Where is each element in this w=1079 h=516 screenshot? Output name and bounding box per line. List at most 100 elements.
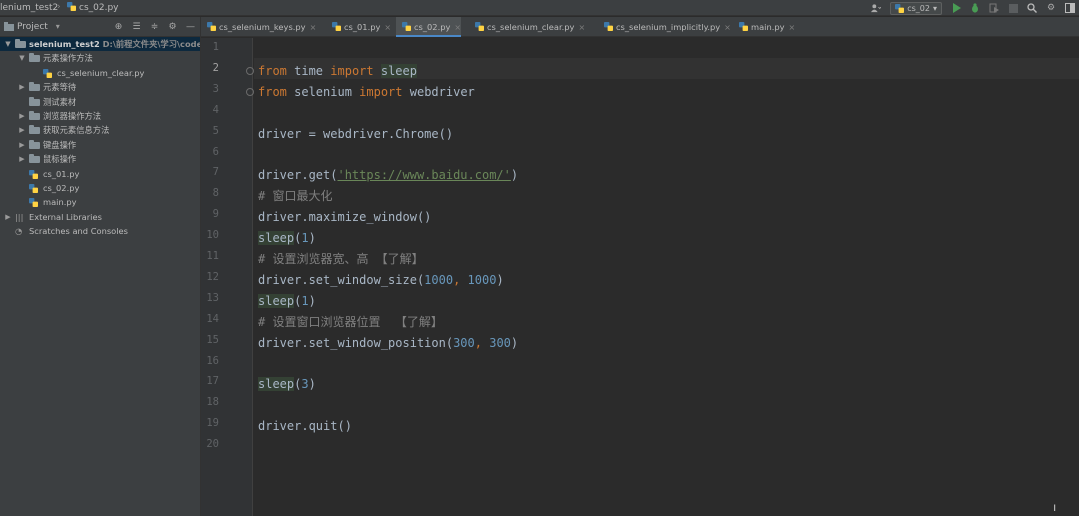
line-number: 11 bbox=[206, 250, 219, 262]
tree-item[interactable]: main.py bbox=[0, 195, 200, 209]
code-token: driver.set_window_position( bbox=[258, 335, 454, 350]
chevron-right-icon[interactable]: ▶ bbox=[18, 109, 26, 123]
project-panel-title[interactable]: Project bbox=[17, 22, 48, 32]
code-token: 1 bbox=[301, 293, 309, 308]
editor-tab[interactable]: cs_01.py × bbox=[326, 17, 391, 37]
tree-item[interactable]: 测试素材 bbox=[0, 95, 200, 109]
line-number: 17 bbox=[206, 375, 219, 388]
tree-item-label: main.py bbox=[43, 197, 77, 208]
code-line[interactable]: driver.maximize_window() bbox=[258, 208, 431, 226]
code-line[interactable]: driver = webdriver.Chrome() bbox=[258, 125, 453, 143]
code-line[interactable]: driver.get('https://www.baidu.com/') bbox=[258, 166, 518, 184]
code-token: driver.get( bbox=[258, 168, 338, 183]
tree-item[interactable]: ▶ 浏览器操作方法 bbox=[0, 109, 200, 123]
coverage-icon[interactable] bbox=[989, 3, 999, 13]
python-file-icon bbox=[895, 3, 905, 13]
editor-tab[interactable]: cs_selenium_clear.py × bbox=[469, 17, 585, 37]
collapse-all-icon[interactable]: ☰ bbox=[131, 21, 142, 32]
gear-icon[interactable]: ⚙ bbox=[167, 21, 178, 32]
breadcrumb-project[interactable]: lenium_test2 bbox=[0, 2, 58, 14]
chevron-right-icon[interactable]: ▶ bbox=[18, 152, 26, 166]
code-line[interactable]: # 设置浏览器宽、高 【了解】 bbox=[258, 250, 424, 268]
code-line[interactable]: from time import sleep bbox=[258, 62, 417, 80]
toolbar-right: cs_02 ▾ ⚙ bbox=[871, 1, 1075, 15]
code-token: ) bbox=[308, 231, 316, 246]
line-number: 6 bbox=[212, 145, 219, 158]
editor-tab[interactable]: cs_selenium_keys.py × bbox=[201, 17, 316, 37]
code-line[interactable]: sleep(3) bbox=[258, 375, 316, 393]
editor-tab[interactable]: cs_02.py × bbox=[396, 17, 462, 37]
tree-item[interactable]: cs_selenium_clear.py bbox=[0, 66, 200, 80]
code-token: driver.quit() bbox=[258, 419, 352, 434]
code-token: time bbox=[286, 63, 331, 78]
fold-marker-icon[interactable] bbox=[246, 87, 254, 96]
project-panel: Project ▾ ⊕ ☰ ≑ ⚙ — ▼ selenium_test2 D:\前… bbox=[0, 17, 201, 516]
code-token: ) bbox=[308, 377, 316, 392]
close-icon[interactable]: × bbox=[310, 23, 317, 32]
editor-tab[interactable]: main.py × bbox=[733, 17, 795, 37]
chevron-down-icon[interactable]: ▼ bbox=[4, 37, 12, 51]
run-icon[interactable] bbox=[951, 3, 961, 13]
code-line[interactable]: # 设置窗口浏览器位置 【了解】 bbox=[258, 313, 443, 331]
chevron-right-icon[interactable]: ▶ bbox=[18, 138, 26, 152]
run-config-label: cs_02 bbox=[907, 3, 930, 13]
locate-icon[interactable]: ⊕ bbox=[113, 21, 124, 32]
fold-marker-icon[interactable] bbox=[246, 66, 254, 75]
user-icon[interactable] bbox=[871, 3, 882, 13]
chevron-down-icon: ▾ bbox=[932, 3, 937, 13]
debug-icon[interactable] bbox=[970, 3, 980, 13]
folder-icon bbox=[15, 39, 26, 48]
code-line[interactable]: # 窗口最大化 bbox=[258, 187, 332, 205]
close-icon[interactable]: × bbox=[578, 23, 585, 32]
code-line[interactable]: from selenium import webdriver bbox=[258, 83, 475, 101]
code-token: 1 bbox=[301, 231, 309, 246]
breadcrumb-file[interactable]: cs_02.py bbox=[67, 2, 119, 14]
chevron-right-icon[interactable]: ▶ bbox=[18, 123, 26, 137]
tree-item-label: 测试素材 bbox=[43, 96, 77, 107]
python-file-icon bbox=[29, 183, 38, 193]
tree-item[interactable]: ▼ selenium_test2 D:\前程文件夹\学习\code\ bbox=[0, 37, 200, 52]
python-file-icon bbox=[604, 22, 613, 31]
code-line[interactable]: driver.quit() bbox=[258, 417, 352, 435]
tree-item[interactable]: ▶ 元素等待 bbox=[0, 80, 200, 94]
expand-all-icon[interactable]: ≑ bbox=[149, 21, 160, 32]
close-icon[interactable]: × bbox=[454, 23, 461, 32]
run-config-select[interactable]: cs_02 ▾ bbox=[890, 1, 942, 15]
chevron-right-icon[interactable]: ▶ bbox=[18, 80, 26, 94]
code-line[interactable]: sleep(1) bbox=[258, 229, 316, 247]
window-icon[interactable] bbox=[1065, 3, 1075, 13]
code-line[interactable]: sleep(1) bbox=[258, 292, 316, 310]
tree-item[interactable]: cs_01.py bbox=[0, 167, 200, 181]
tree-item[interactable]: ▶ 获取元素信息方法 bbox=[0, 123, 200, 137]
project-panel-tools: ⊕ ☰ ≑ ⚙ — bbox=[113, 21, 196, 32]
tree-item[interactable]: ▶ ||| External Libraries bbox=[0, 210, 200, 224]
scratches-icon: ◔ bbox=[15, 226, 23, 237]
code-token: 300 bbox=[489, 335, 511, 350]
line-number: 9 bbox=[212, 208, 219, 221]
chevron-down-icon[interactable]: ▼ bbox=[18, 51, 26, 65]
code-editor[interactable]: I from time import sleep from selenium im… bbox=[254, 38, 1079, 516]
tree-item[interactable]: ◔ Scratches and Consoles bbox=[0, 224, 200, 238]
code-token: # 窗口最大化 bbox=[258, 189, 333, 204]
chevron-right-icon[interactable]: ▶ bbox=[4, 210, 12, 224]
tree-item[interactable]: ▶ 鼠标操作 bbox=[0, 152, 200, 166]
tree-item[interactable]: ▶ 键盘操作 bbox=[0, 138, 200, 152]
close-icon[interactable]: × bbox=[789, 23, 796, 32]
tree-item[interactable]: ▼ 元素操作方法 bbox=[0, 51, 200, 65]
close-icon[interactable]: × bbox=[384, 23, 391, 32]
hide-icon[interactable]: — bbox=[185, 21, 196, 32]
text-cursor-icon: I bbox=[1053, 504, 1056, 514]
tree-item-label: 获取元素信息方法 bbox=[43, 125, 110, 136]
python-file-icon bbox=[29, 169, 38, 179]
settings-icon[interactable]: ⚙ bbox=[1046, 3, 1056, 13]
search-icon[interactable] bbox=[1027, 3, 1037, 13]
code-line[interactable]: driver.set_window_size(1000, 1000) bbox=[258, 271, 504, 289]
line-number: 12 bbox=[206, 270, 219, 283]
tree-item[interactable]: cs_02.py bbox=[0, 181, 200, 195]
close-icon[interactable]: × bbox=[724, 23, 731, 32]
editor-tab[interactable]: cs_selenium_implicitly.py × bbox=[598, 17, 731, 37]
chevron-down-icon[interactable]: ▾ bbox=[56, 22, 60, 31]
editor-tab-label: cs_selenium_keys.py bbox=[219, 22, 306, 32]
code-line[interactable]: driver.set_window_position(300, 300) bbox=[258, 334, 518, 352]
stop-icon[interactable] bbox=[1008, 3, 1018, 13]
